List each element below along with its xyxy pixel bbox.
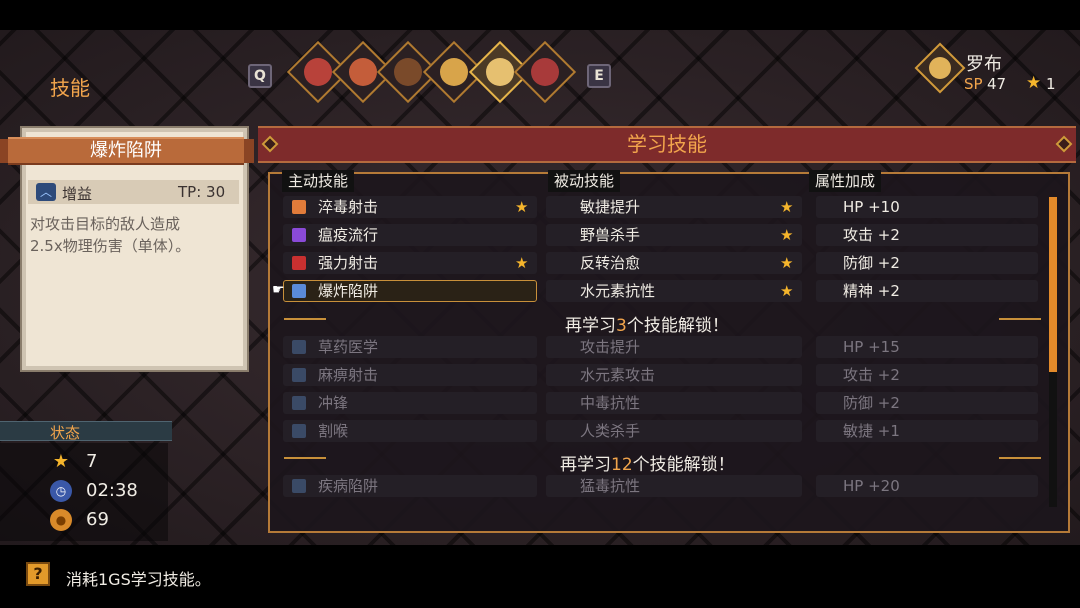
gem-icon — [1055, 135, 1073, 153]
skill-icon — [292, 424, 306, 438]
coin-icon: ● — [50, 509, 72, 531]
attribute-bonus: 防御 +2 — [843, 394, 900, 412]
skill-icon — [292, 200, 306, 214]
skill-icon — [292, 228, 306, 242]
unlock-suffix: 个技能解锁！ — [632, 455, 735, 475]
unlock-prefix: 再学习 — [560, 455, 611, 475]
passive-skill-name: 攻击提升 — [580, 338, 641, 356]
character-face-icon — [531, 58, 559, 86]
unlock-count: 3 — [616, 316, 627, 336]
passive-skill-name: 敏捷提升 — [580, 198, 641, 216]
active-skill-name: 瘟疫流行 — [318, 226, 379, 244]
status-title: 状态 — [50, 424, 81, 442]
passive-skill-name: 反转治愈 — [580, 254, 641, 272]
status-gold: 69 — [86, 509, 109, 530]
divider — [284, 457, 326, 459]
status-stars: 7 — [86, 451, 98, 472]
star-icon: ★ — [780, 282, 794, 300]
next-character-key[interactable]: E — [587, 64, 611, 88]
hint-text: 消耗1GS学习技能。 — [66, 570, 211, 589]
active-skill-name: 割喉 — [318, 422, 349, 440]
character-face-icon — [929, 57, 951, 79]
learn-skills-banner: 学习技能 — [258, 126, 1076, 163]
column-header-active: 主动技能 — [282, 170, 355, 192]
skill-tp-cost: TP: 30 — [178, 183, 226, 201]
star-icon: ★ — [52, 451, 70, 472]
skill-icon — [292, 256, 306, 270]
prev-character-key[interactable]: Q — [248, 64, 272, 88]
attribute-bonus: HP +15 — [843, 338, 900, 356]
buff-icon: ︿ — [36, 183, 56, 201]
character-name: 罗布 — [966, 54, 1002, 75]
sp-value: 47 — [987, 75, 1007, 93]
skill-type-label: 增益 — [62, 185, 93, 203]
character-face-icon — [304, 58, 332, 86]
divider — [284, 318, 326, 320]
page-title: 技能 — [50, 76, 90, 100]
active-skill-name: 草药医学 — [318, 338, 379, 356]
star-icon: ★ — [1026, 73, 1042, 93]
passive-skill-name: 水元素抗性 — [580, 282, 656, 300]
column-header-attribute: 属性加成 — [809, 170, 882, 192]
star-icon: ★ — [780, 254, 794, 272]
status-panel — [0, 443, 168, 541]
description-line-2: 2.5x物理伤害（单体）。 — [30, 237, 191, 255]
passive-skill-name: 水元素攻击 — [580, 366, 656, 384]
skill-icon — [292, 340, 306, 354]
attribute-bonus: 敏捷 +1 — [843, 422, 900, 440]
character-face-icon — [440, 58, 468, 86]
status-header — [0, 421, 172, 441]
character-face-icon — [349, 58, 377, 86]
skill-detail-title: 爆炸陷阱 — [0, 137, 254, 165]
learn-skills-title: 学习技能 — [627, 132, 707, 156]
column-header-passive: 被动技能 — [548, 170, 621, 192]
active-skill-name: 强力射击 — [318, 254, 379, 272]
star-icon: ★ — [515, 198, 529, 216]
unlock-prefix: 再学习 — [565, 316, 616, 336]
divider — [999, 318, 1041, 320]
passive-skill-name: 中毒抗性 — [580, 394, 641, 412]
unlock-message-1: 再学习3个技能解锁！ — [565, 311, 729, 336]
sp-label: SP — [964, 75, 983, 93]
attribute-bonus: 防御 +2 — [843, 254, 900, 272]
gem-icon — [261, 135, 279, 153]
character-face-icon — [486, 58, 514, 86]
unlock-count: 12 — [611, 455, 633, 475]
star-icon: ★ — [780, 226, 794, 244]
clock-icon: ◷ — [50, 480, 72, 502]
star-count: 1 — [1046, 75, 1056, 93]
passive-skill-name: 猛毒抗性 — [580, 477, 641, 495]
passive-skill-name: 人类杀手 — [580, 422, 641, 440]
pointing-hand-icon: ☛ — [272, 282, 285, 298]
character-face-icon — [394, 58, 422, 86]
active-skill-name: 爆炸陷阱 — [318, 282, 379, 300]
skill-icon — [292, 368, 306, 382]
scrollbar-thumb[interactable] — [1049, 197, 1057, 372]
active-skill-name: 淬毒射击 — [318, 198, 379, 216]
attribute-bonus: 攻击 +2 — [843, 366, 900, 384]
top-bar — [0, 0, 1080, 30]
star-icon: ★ — [515, 254, 529, 272]
active-skill-name: 冲锋 — [318, 394, 349, 412]
star-icon: ★ — [780, 198, 794, 216]
help-icon: ? — [26, 562, 50, 586]
attribute-bonus: HP +20 — [843, 477, 900, 495]
skill-icon — [292, 479, 306, 493]
active-skill-name: 疾病陷阱 — [318, 477, 379, 495]
unlock-suffix: 个技能解锁！ — [626, 316, 729, 336]
skill-icon — [292, 396, 306, 410]
divider — [999, 457, 1041, 459]
attribute-bonus: HP +10 — [843, 198, 900, 216]
status-time: 02:38 — [86, 480, 138, 501]
unlock-message-2: 再学习12个技能解锁！ — [560, 450, 735, 475]
active-skill-name: 麻痹射击 — [318, 366, 379, 384]
attribute-bonus: 攻击 +2 — [843, 226, 900, 244]
passive-skill-name: 野兽杀手 — [580, 226, 641, 244]
description-line-1: 对攻击目标的敌人造成 — [30, 215, 181, 233]
skill-description: 对攻击目标的敌人造成 2.5x物理伤害（单体）。 — [30, 213, 240, 257]
attribute-bonus: 精神 +2 — [843, 282, 900, 300]
